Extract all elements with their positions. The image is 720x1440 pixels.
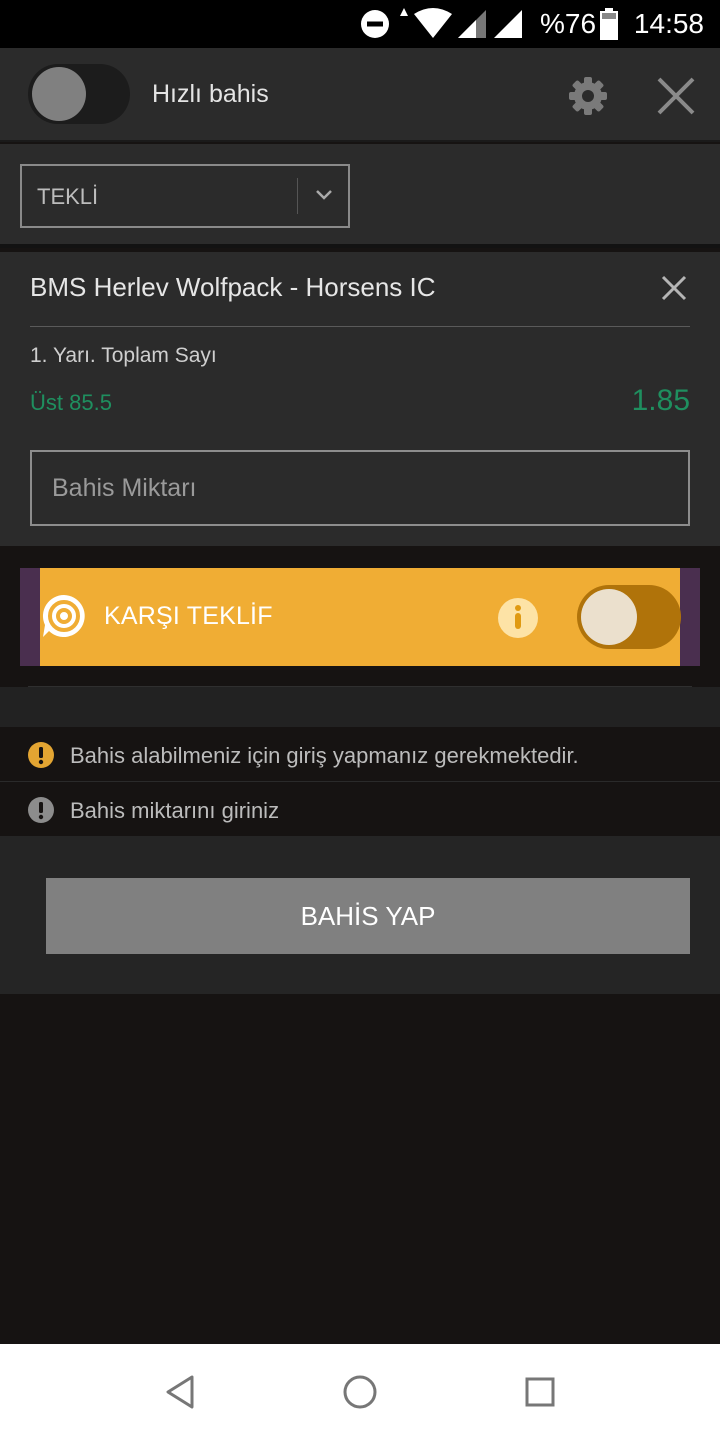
odds-value: 1.85 bbox=[631, 384, 690, 417]
counter-offer-section: KARŞI TEKLİF bbox=[0, 546, 720, 686]
bet-card: BMS Herlev Wolfpack - Horsens IC 1. Yarı… bbox=[0, 252, 720, 546]
counter-offer-label: KARŞI TEKLİF bbox=[104, 602, 273, 630]
status-bar: %76 14:58 bbox=[0, 0, 720, 48]
betslip-header: Hızlı bahis bbox=[0, 48, 720, 142]
back-icon[interactable] bbox=[164, 1374, 196, 1410]
do-not-disturb-icon bbox=[361, 10, 389, 38]
quick-bet-label: Hızlı bahis bbox=[152, 80, 269, 108]
warning-login-required: Bahis alabilmeniz için giriş yapmanız ge… bbox=[0, 728, 720, 782]
gear-icon[interactable] bbox=[568, 76, 608, 116]
wifi-icon bbox=[400, 8, 452, 38]
warning-text: Bahis miktarını giriniz bbox=[70, 798, 280, 823]
chevron-down-icon bbox=[316, 190, 332, 200]
battery-icon bbox=[600, 8, 618, 40]
select-divider bbox=[297, 178, 298, 214]
place-bet-button[interactable]: BAHİS YAP bbox=[46, 878, 690, 954]
bet-type-row: TEKLİ bbox=[0, 144, 720, 248]
match-title: BMS Herlev Wolfpack - Horsens IC bbox=[30, 272, 436, 302]
clock: 14:58 bbox=[633, 8, 704, 39]
navigation-bar bbox=[0, 1344, 720, 1440]
recents-icon[interactable] bbox=[524, 1376, 556, 1408]
info-icon[interactable] bbox=[498, 598, 538, 638]
counter-offer-icon bbox=[42, 595, 85, 637]
toggle-knob bbox=[32, 67, 86, 121]
quick-bet-toggle[interactable] bbox=[28, 64, 130, 124]
warning-enter-stake: Bahis miktarını giriniz bbox=[0, 783, 720, 837]
battery-percent: %76 bbox=[540, 8, 597, 39]
exclamation-icon bbox=[28, 797, 54, 823]
close-icon[interactable] bbox=[656, 76, 696, 116]
stake-input[interactable] bbox=[30, 450, 690, 526]
signal-icon bbox=[458, 10, 486, 38]
action-area: BAHİS YAP bbox=[0, 836, 720, 994]
card-divider bbox=[30, 326, 690, 327]
signal-icon bbox=[494, 10, 522, 38]
warning-text: Bahis alabilmeniz için giriş yapmanız ge… bbox=[70, 743, 579, 768]
bet-type-value: TEKLİ bbox=[37, 184, 99, 209]
counter-offer-bar: KARŞI TEKLİF bbox=[20, 568, 700, 666]
toggle-knob bbox=[581, 589, 637, 645]
counter-offer-toggle[interactable] bbox=[577, 585, 681, 649]
remove-bet-icon[interactable] bbox=[658, 272, 690, 304]
market-name: 1. Yarı. Toplam Sayı bbox=[30, 344, 217, 367]
spacer bbox=[0, 687, 720, 727]
bet-type-select[interactable]: TEKLİ bbox=[20, 164, 350, 228]
selection-name: Üst 85.5 bbox=[30, 390, 112, 415]
exclamation-icon bbox=[28, 742, 54, 768]
home-icon[interactable] bbox=[342, 1374, 378, 1410]
